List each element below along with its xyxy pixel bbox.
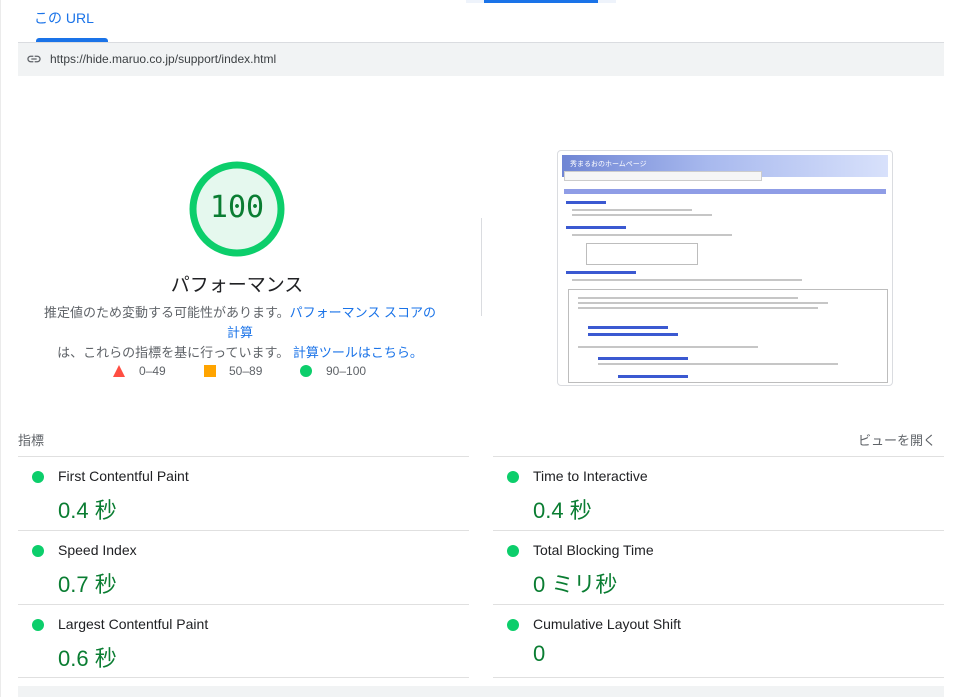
thumbnail-line <box>572 279 802 281</box>
score-divider <box>481 218 482 316</box>
metric-value: 0.7 秒 <box>58 572 117 597</box>
pass-status-icon <box>507 619 519 631</box>
thumbnail-heading <box>588 333 678 336</box>
link-icon <box>27 55 41 63</box>
thumbnail-heading <box>588 326 668 329</box>
thumbnail-heading <box>566 201 606 204</box>
metric-name: Cumulative Layout Shift <box>533 616 681 632</box>
tab-bar: この URL <box>18 0 944 43</box>
metrics-heading: 指標 <box>18 433 45 448</box>
thumbnail-line <box>578 346 758 348</box>
calculator-link[interactable]: 計算ツールはこちら。 <box>293 345 423 360</box>
performance-score-title: パフォーマンス <box>170 275 304 296</box>
tab-active-indicator <box>36 38 108 42</box>
metric-largest-contentful-paint: Largest Contentful Paint 0.6 秒 <box>18 604 469 678</box>
tab-this-url[interactable]: この URL <box>34 8 94 28</box>
metric-name: Time to Interactive <box>533 468 648 484</box>
thumbnail-bar <box>564 189 886 194</box>
thumbnail-line <box>572 234 732 236</box>
thumbnail-line <box>572 209 692 211</box>
pass-status-icon <box>507 471 519 483</box>
metric-name: Speed Index <box>58 542 137 558</box>
pass-circle-icon <box>300 365 312 377</box>
final-screenshot-thumbnail[interactable]: 秀まるおのホームページ <box>557 150 893 386</box>
expand-view-toggle[interactable]: ビューを開く <box>830 430 936 449</box>
tested-url: https://hide.maruo.co.jp/support/index.h… <box>50 52 277 66</box>
score-description: 推定値のため変動する可能性があります。パフォーマンス スコアの計算 は、これらの… <box>40 303 440 363</box>
metric-name: Largest Contentful Paint <box>58 616 209 632</box>
url-bar: https://hide.maruo.co.jp/support/index.h… <box>18 43 944 76</box>
metric-value: 0.6 秒 <box>58 646 117 671</box>
metric-value: 0 ミリ秒 <box>533 572 618 597</box>
metric-value: 0 <box>533 641 546 666</box>
pass-status-icon <box>32 619 44 631</box>
thumbnail-box <box>586 243 698 265</box>
pass-status-icon <box>32 545 44 557</box>
thumbnail-heading <box>566 226 626 229</box>
thumbnail-nav <box>564 171 762 181</box>
next-section-strip <box>18 686 944 697</box>
metrics-bottom-divider <box>18 677 469 678</box>
legend-average-range: 50–89 <box>229 364 263 378</box>
pass-status-icon <box>507 545 519 557</box>
pass-status-icon <box>32 471 44 483</box>
thumbnail-heading <box>598 357 688 360</box>
performance-score-value: 100 <box>209 190 265 225</box>
metric-time-to-interactive: Time to Interactive 0.4 秒 <box>493 456 944 530</box>
average-square-icon <box>204 365 216 377</box>
metric-value: 0.4 秒 <box>58 498 117 523</box>
metric-first-contentful-paint: First Contentful Paint 0.4 秒 <box>18 456 469 530</box>
metric-value: 0.4 秒 <box>533 498 592 523</box>
metric-name: Total Blocking Time <box>533 542 654 558</box>
score-description-text-2: は、これらの指標を基に行っています。 <box>57 345 290 360</box>
legend-fail-range: 0–49 <box>139 364 166 378</box>
score-description-text-1: 推定値のため変動する可能性があります。 <box>43 305 290 320</box>
thumbnail-line <box>578 307 818 309</box>
legend-pass-range: 90–100 <box>326 364 367 378</box>
thumbnail-line <box>572 214 712 216</box>
thumbnail-line <box>578 302 828 304</box>
metric-total-blocking-time: Total Blocking Time 0 ミリ秒 <box>493 530 944 604</box>
page-left-border <box>0 0 1 697</box>
metrics-bottom-divider <box>493 677 944 678</box>
thumbnail-header-text: 秀まるおのホームページ <box>570 161 647 168</box>
metric-speed-index: Speed Index 0.7 秒 <box>18 530 469 604</box>
metric-name: First Contentful Paint <box>58 468 189 484</box>
thumbnail-heading <box>566 271 636 274</box>
thumbnail-line <box>598 363 838 365</box>
fail-triangle-icon <box>113 365 125 377</box>
thumbnail-line <box>578 297 798 299</box>
metric-cumulative-layout-shift: Cumulative Layout Shift 0 <box>493 604 944 678</box>
thumbnail-heading <box>618 375 688 378</box>
